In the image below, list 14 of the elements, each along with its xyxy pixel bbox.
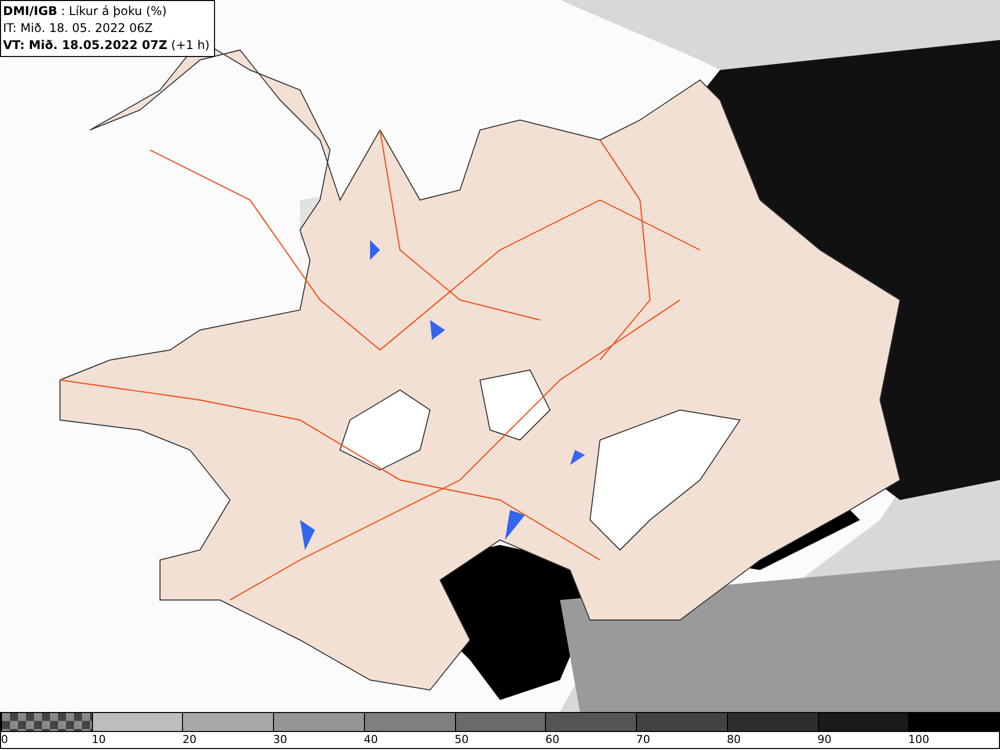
scale-label: 90 [818,732,832,748]
scale-label: 100 [908,732,930,748]
scale-label: 30 [273,732,288,748]
legend-text: IT: Mið. 18. 05. 2022 06Z [3,20,154,37]
scale-label: 50 [454,732,469,748]
legend-text: DMI/IGB : Líkur á þoku (%) [3,3,168,20]
scale-label: 70 [636,732,650,748]
scale-label: 40 [364,732,378,748]
scale-label: 80 [726,732,741,748]
scale-label: 20 [182,732,196,748]
legend-text: VT: Mið. 18.05.2022 07Z (+1 h) [3,37,210,54]
scale-label: 60 [545,732,560,748]
scale-label: 10 [92,732,106,748]
scale-label: 0 [1,732,8,748]
